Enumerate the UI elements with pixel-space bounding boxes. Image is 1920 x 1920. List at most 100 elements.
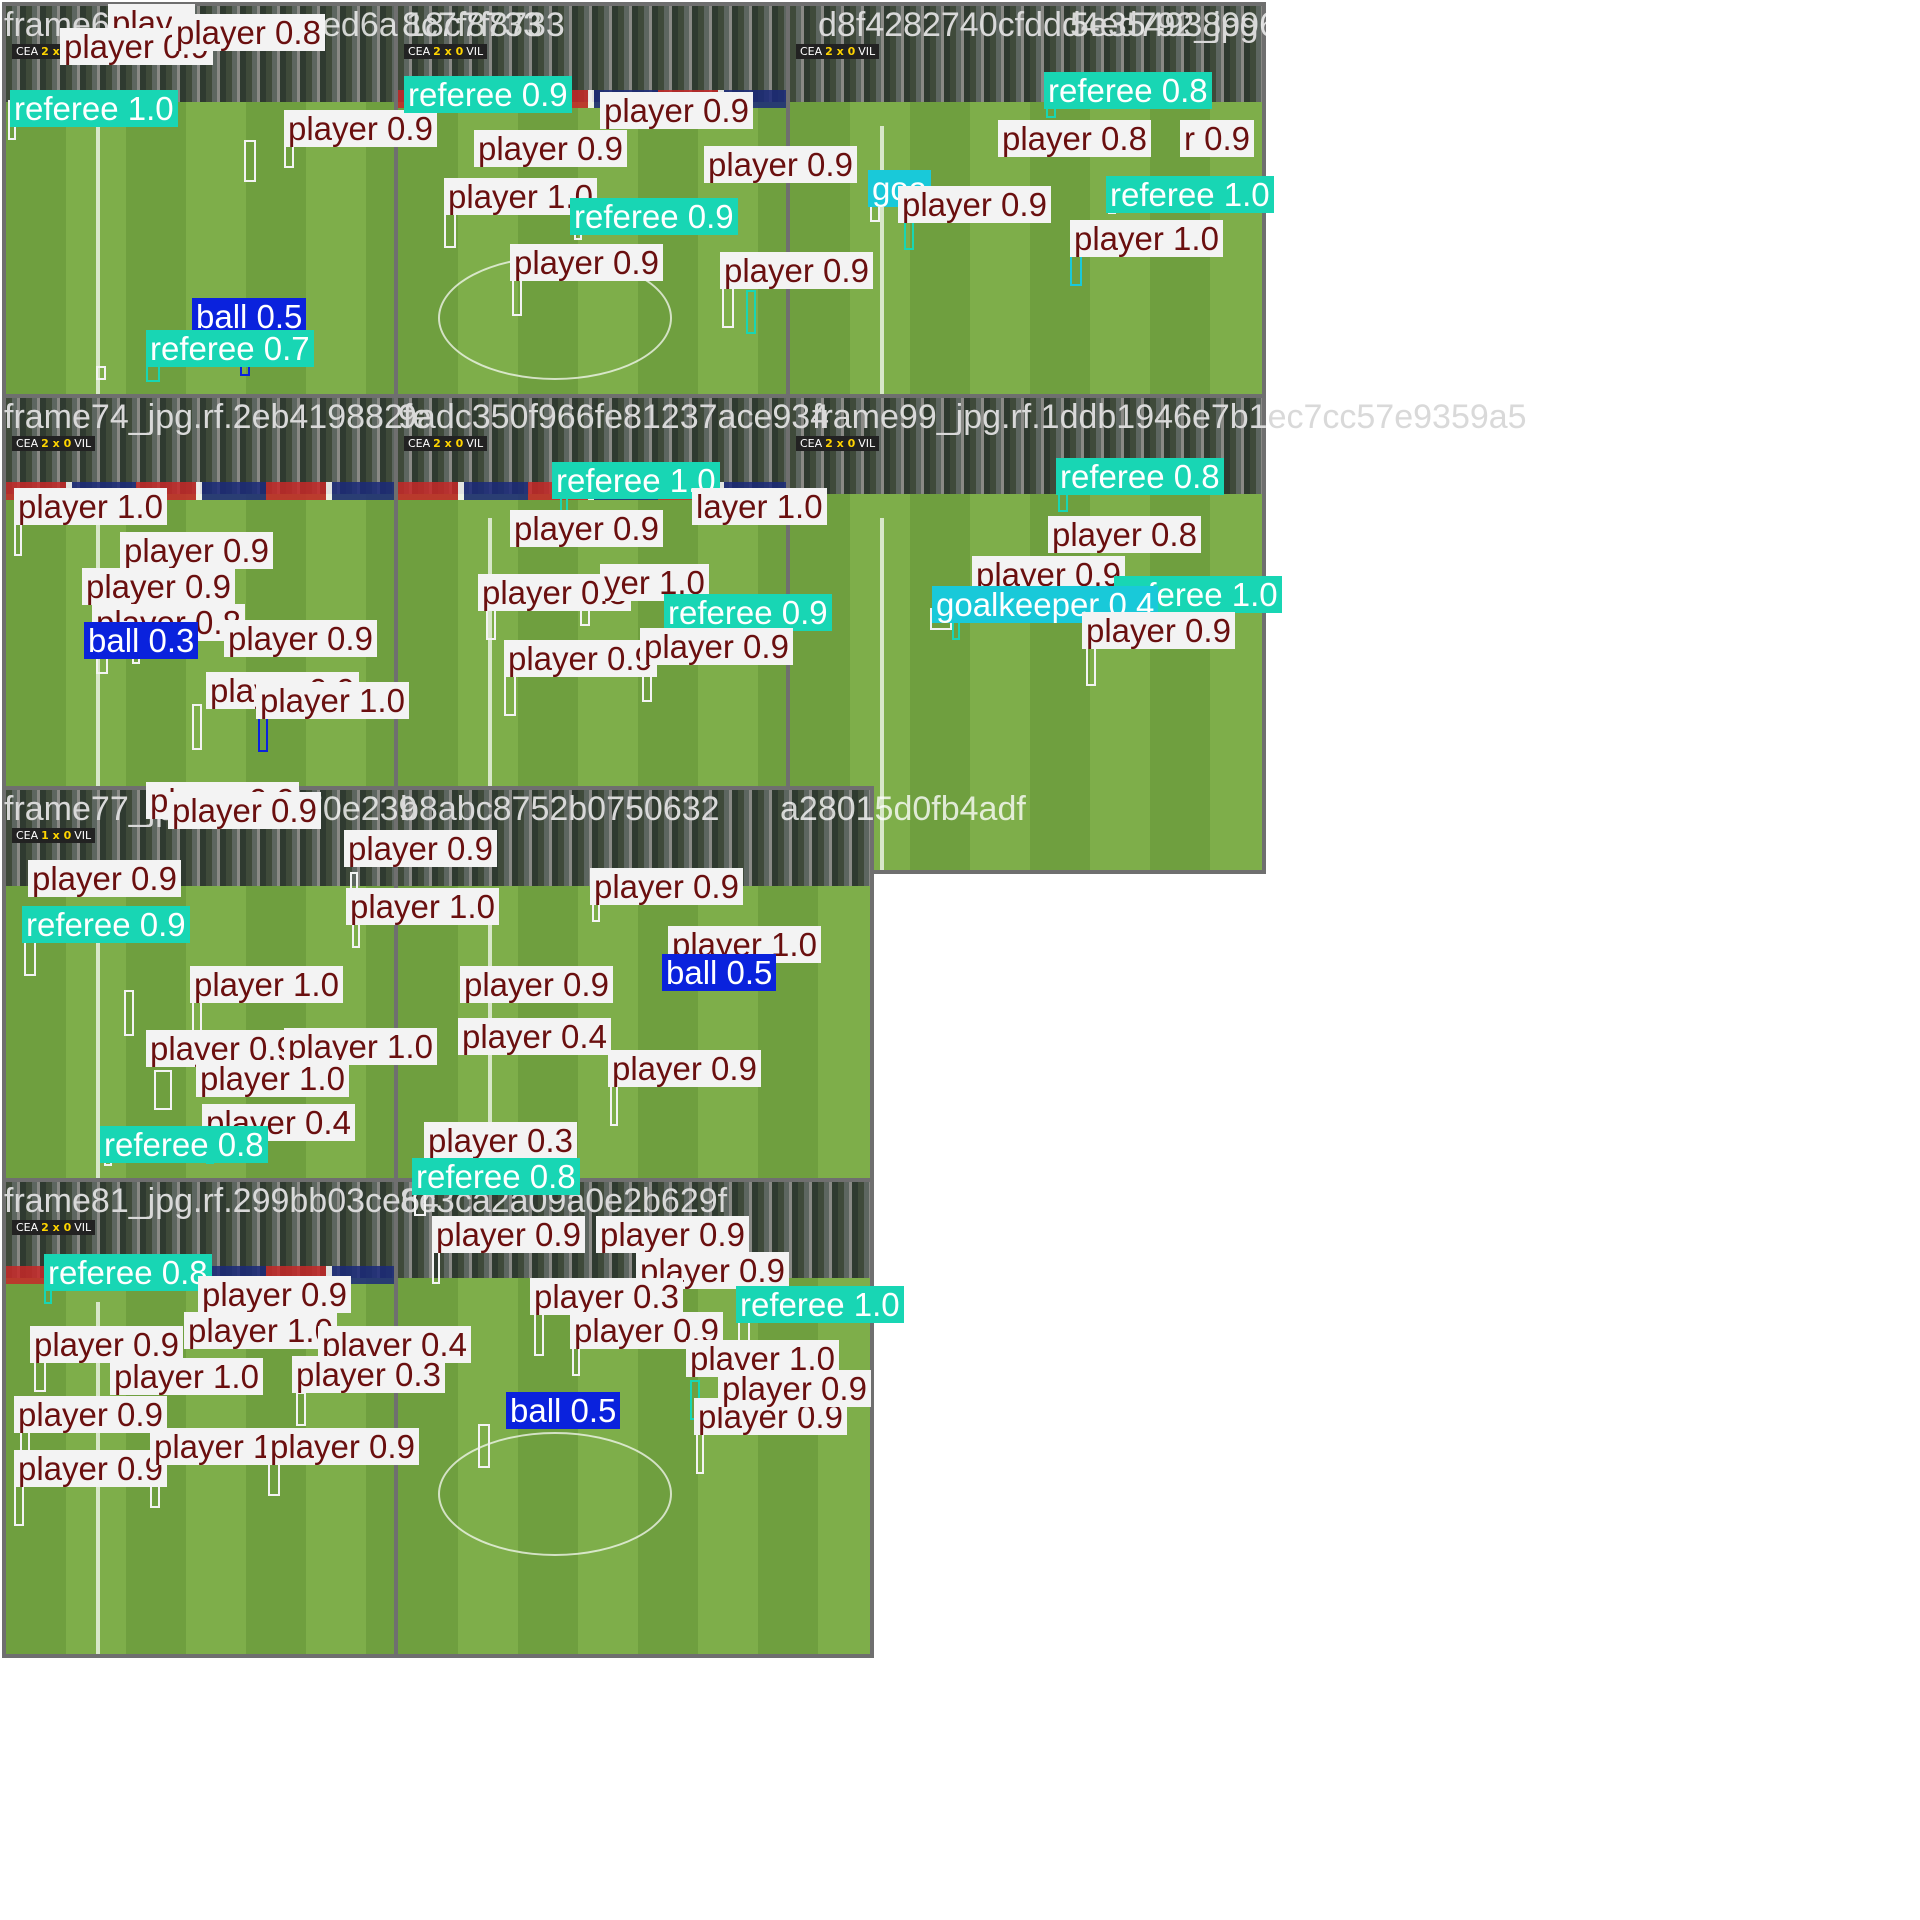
player-detection-label: player 0.9 xyxy=(460,966,613,1003)
player-detection-label: player 0.9 xyxy=(14,1450,167,1487)
pitch-marking xyxy=(438,1432,672,1556)
player-bounding-box xyxy=(192,704,202,750)
home-team: CEA xyxy=(16,1221,39,1234)
frame-filename: b8abc8752b0750632 xyxy=(400,790,720,828)
scoreboard-overlay: CEA2 x 0VIL xyxy=(12,1220,96,1235)
player-detection-label: player 0.3 xyxy=(292,1356,445,1393)
away-team: VIL xyxy=(858,437,876,450)
referee-detection-label: referee 0.9 xyxy=(404,76,572,113)
player-detection-label: player 0.9 xyxy=(608,1050,761,1087)
player-bounding-box xyxy=(192,1000,202,1034)
player-detection-label: player 0.9 xyxy=(600,92,753,129)
match-score: 2 x 0 xyxy=(825,437,856,450)
player-bounding-box xyxy=(244,140,256,182)
match-score: 2 x 0 xyxy=(41,437,72,450)
player-detection-label: player 0.9 xyxy=(596,1216,749,1253)
player-detection-label: player 0.8 xyxy=(1048,516,1201,553)
scoreboard-overlay: CEA2 x 0VIL xyxy=(12,436,96,451)
player-detection-label: player 0.9 xyxy=(504,640,657,677)
away-team: VIL xyxy=(858,45,876,58)
player-detection-label: player 0.9 xyxy=(224,620,377,657)
player-detection-label: player 0.8 xyxy=(998,120,1151,157)
player-detection-label: player 0.3 xyxy=(530,1278,683,1315)
referee-detection-label: referee 0.8 xyxy=(1056,458,1224,495)
scoreboard-overlay: CEA 1 x 0 VIL xyxy=(12,828,96,843)
player-detection-label: player 0.9 xyxy=(432,1216,585,1253)
player-bounding-box xyxy=(486,606,496,640)
frame-filename: 18c7f8733 xyxy=(406,6,565,44)
player-bounding-box xyxy=(478,1424,490,1468)
referee-detection-label: referee 1.0 xyxy=(10,90,178,127)
away-team: VIL xyxy=(74,829,92,842)
player-detection-label: player 0.9 xyxy=(510,244,663,281)
referee-detection-label: referee 0.8 xyxy=(100,1126,268,1163)
player-detection-label: player 0.9 xyxy=(266,1428,419,1465)
player-detection-label: player 0.9 xyxy=(168,792,321,829)
player-detection-label: layer 1.0 xyxy=(692,488,827,525)
player-detection-label: player 0.9 xyxy=(14,1396,167,1433)
player-detection-label: player 0.4 xyxy=(458,1018,611,1055)
player-detection-label: player 0.9 xyxy=(898,186,1051,223)
match-score: 2 x 0 xyxy=(433,437,464,450)
home-team: CEA xyxy=(800,45,823,58)
ball-detection-label: ball 0.5 xyxy=(506,1392,621,1429)
referee-detection-label: referee 0.7 xyxy=(146,330,314,367)
player-detection-label: player 0.9 xyxy=(590,868,743,905)
referee-detection-label: referee 1.0 xyxy=(1106,176,1274,213)
player-detection-label: player 0.9 xyxy=(120,532,273,569)
referee-detection-label: referee 0.9 xyxy=(22,906,190,943)
player-bounding-box xyxy=(512,276,522,316)
referee-detection-label: referee 0.9 xyxy=(570,198,738,235)
player-detection-label: player 0.9 xyxy=(82,568,235,605)
referee-bounding-box xyxy=(746,290,756,334)
player-detection-label: player 0.9 xyxy=(718,1370,871,1407)
home-team: CEA xyxy=(408,437,431,450)
player-bounding-box xyxy=(124,990,134,1036)
ball-detection-label: ball 0.5 xyxy=(662,954,777,991)
player-bounding-box xyxy=(296,1392,306,1426)
player-detection-label: player 0.9 xyxy=(284,110,437,147)
player-detection-label: player 0.9 xyxy=(640,628,793,665)
player-detection-label: player 0.9 xyxy=(474,130,627,167)
player-bounding-box xyxy=(96,366,106,380)
player-bounding-box xyxy=(34,1358,46,1392)
scoreboard-overlay: CEA2 x 0VIL xyxy=(404,44,488,59)
player-detection-label: player 0.9 xyxy=(510,510,663,547)
referee-detection-label: referee 0.8 xyxy=(412,1158,580,1195)
away-team: VIL xyxy=(74,1221,92,1234)
player-detection-label: player 1.0 xyxy=(110,1358,263,1395)
match-score: 2 x 0 xyxy=(41,1221,72,1234)
player-detection-label: player 0.9 xyxy=(344,830,497,867)
player-detection-label: player 0.9 xyxy=(704,146,857,183)
match-score: 2 x 0 xyxy=(825,45,856,58)
home-team: CEA xyxy=(408,45,431,58)
home-team: CEA xyxy=(16,829,39,842)
scoreboard-overlay: CEA2 x 0VIL xyxy=(796,436,880,451)
player-detection-label: player 1.0 xyxy=(190,966,343,1003)
home-team: CEA xyxy=(16,45,39,58)
player-detection-label: player 0.9 xyxy=(198,1276,351,1313)
away-team: VIL xyxy=(74,437,92,450)
away-team: VIL xyxy=(466,45,484,58)
player-detection-label: player 0.9 xyxy=(720,252,873,289)
ball-bounding-box xyxy=(258,716,268,752)
player-bounding-box xyxy=(722,284,734,328)
player-detection-label: player 0.8 xyxy=(172,14,325,51)
frame-filename: frame74_jpg.rf.2eb419882fe xyxy=(4,398,432,436)
player-detection-label: player 1.0 xyxy=(184,1312,337,1349)
player-detection-label: player 1.0 xyxy=(346,888,499,925)
ball-detection-label: ball 0.3 xyxy=(84,622,199,659)
referee-bounding-box xyxy=(952,620,960,640)
away-team: VIL xyxy=(466,437,484,450)
match-score: 2 x 0 xyxy=(433,45,464,58)
player-detection-label: r 0.9 xyxy=(1180,120,1255,157)
scoreboard-overlay: CEA2 x 0VIL xyxy=(404,436,488,451)
frame-filename: frame81_jpg.rf.299bb03ce64 xyxy=(4,1182,439,1220)
pitch-marking xyxy=(880,518,884,870)
referee-detection-label: referee 0.8 xyxy=(44,1254,212,1291)
player-detection-label: player 0.3 xyxy=(424,1122,577,1159)
player-detection-label: player 1.0 xyxy=(256,682,409,719)
referee-detection-label: referee 0.9 xyxy=(664,594,832,631)
referee-detection-label: referee 0.8 xyxy=(1044,72,1212,109)
player-detection-label: player 1.0 xyxy=(1070,220,1223,257)
